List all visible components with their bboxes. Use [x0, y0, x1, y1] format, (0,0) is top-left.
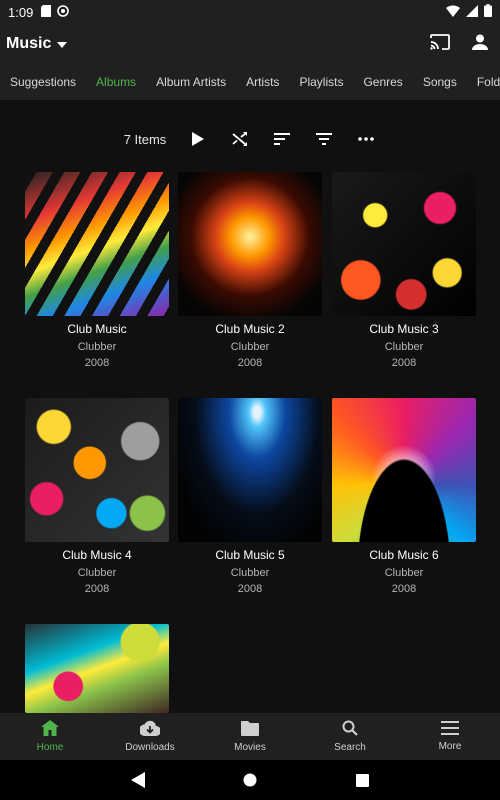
system-nav-bar: [0, 760, 500, 800]
album-title[interactable]: Club Music 4: [25, 548, 169, 562]
back-icon[interactable]: [128, 770, 148, 790]
album-artist[interactable]: Clubber: [25, 567, 169, 579]
filter-icon[interactable]: [314, 129, 334, 149]
album-cover[interactable]: [25, 172, 169, 316]
album-cover[interactable]: [178, 172, 322, 316]
nav-movies[interactable]: Movies: [200, 713, 300, 760]
library-tabs: Suggestions Albums Album Artists Artists…: [0, 64, 500, 100]
album-card[interactable]: Club Music 3 Clubber 2008: [332, 172, 476, 369]
folder-icon: [241, 720, 259, 739]
album-title[interactable]: Club Music 5: [178, 548, 322, 562]
item-count: 7 Items: [123, 131, 167, 147]
nav-search[interactable]: Search: [300, 713, 400, 760]
nav-downloads[interactable]: Downloads: [100, 713, 200, 760]
album-year: 2008: [237, 583, 263, 595]
download-icon: [138, 720, 161, 739]
sync-icon: [57, 4, 70, 20]
album-card[interactable]: Club Music Clubber 2008: [25, 172, 169, 369]
app-bar: Music: [0, 24, 500, 64]
status-time: 1:09: [8, 4, 34, 20]
album-cover[interactable]: [25, 624, 169, 713]
menu-icon: [441, 721, 459, 738]
album-card[interactable]: Club Music 4 Clubber 2008: [25, 398, 169, 595]
tab-album-artists[interactable]: Album Artists: [146, 75, 236, 89]
album-cover[interactable]: [25, 398, 169, 542]
wifi-icon: [446, 4, 460, 20]
user-icon[interactable]: [472, 34, 488, 55]
tab-albums[interactable]: Albums: [86, 75, 146, 89]
album-year: 2008: [391, 357, 417, 369]
tab-suggestions[interactable]: Suggestions: [0, 75, 86, 89]
album-artist[interactable]: Clubber: [178, 567, 322, 579]
shuffle-icon[interactable]: [230, 129, 250, 149]
tab-folders[interactable]: Folders: [467, 75, 500, 89]
album-title[interactable]: Club Music 3: [332, 322, 476, 336]
tab-playlists[interactable]: Playlists: [289, 75, 353, 89]
nav-downloads-label: Downloads: [125, 742, 175, 753]
nav-movies-label: Movies: [234, 741, 266, 753]
sd-card-icon: [41, 4, 52, 20]
bottom-nav: Home Downloads Movies Search More: [0, 713, 500, 760]
album-card[interactable]: Club Music 6 Clubber 2008: [332, 398, 476, 595]
album-toolbar: 7 Items: [0, 124, 500, 154]
library-selector[interactable]: Music: [6, 35, 68, 53]
album-title[interactable]: Club Music 6: [332, 548, 476, 562]
battery-icon: [484, 4, 492, 20]
album-card[interactable]: Club Music 5 Clubber 2008: [178, 398, 322, 595]
album-year: 2008: [84, 357, 110, 369]
tab-artists[interactable]: Artists: [236, 75, 289, 89]
album-year: 2008: [84, 583, 110, 595]
album-artist[interactable]: Clubber: [332, 341, 476, 353]
library-title: Music: [6, 35, 52, 52]
play-icon[interactable]: [188, 129, 208, 149]
album-artist[interactable]: Clubber: [332, 567, 476, 579]
album-cover[interactable]: [332, 172, 476, 316]
chevron-down-icon: [57, 35, 68, 53]
album-artist[interactable]: Clubber: [178, 341, 322, 353]
album-title[interactable]: Club Music 2: [178, 322, 322, 336]
album-year: 2008: [391, 583, 417, 595]
album-year: 2008: [237, 357, 263, 369]
search-icon: [342, 720, 358, 739]
nav-search-label: Search: [334, 742, 366, 753]
signal-icon: [466, 4, 478, 20]
status-bar: 1:09: [0, 0, 500, 24]
nav-home-label: Home: [36, 742, 64, 753]
tab-genres[interactable]: Genres: [353, 75, 412, 89]
home-button-icon[interactable]: [240, 770, 260, 790]
album-cover[interactable]: [178, 398, 322, 542]
more-icon[interactable]: [356, 129, 376, 149]
album-title[interactable]: Club Music: [25, 322, 169, 336]
album-cover[interactable]: [332, 398, 476, 542]
recents-icon[interactable]: [352, 770, 372, 790]
nav-home[interactable]: Home: [0, 713, 100, 760]
nav-more[interactable]: More: [400, 713, 500, 760]
album-card[interactable]: [25, 624, 169, 713]
nav-more-label: More: [438, 741, 462, 752]
album-card[interactable]: Club Music 2 Clubber 2008: [178, 172, 322, 369]
tab-songs[interactable]: Songs: [413, 75, 467, 89]
home-icon: [41, 720, 59, 739]
cast-icon[interactable]: [430, 33, 450, 55]
sort-icon[interactable]: [272, 129, 292, 149]
album-artist[interactable]: Clubber: [25, 341, 169, 353]
